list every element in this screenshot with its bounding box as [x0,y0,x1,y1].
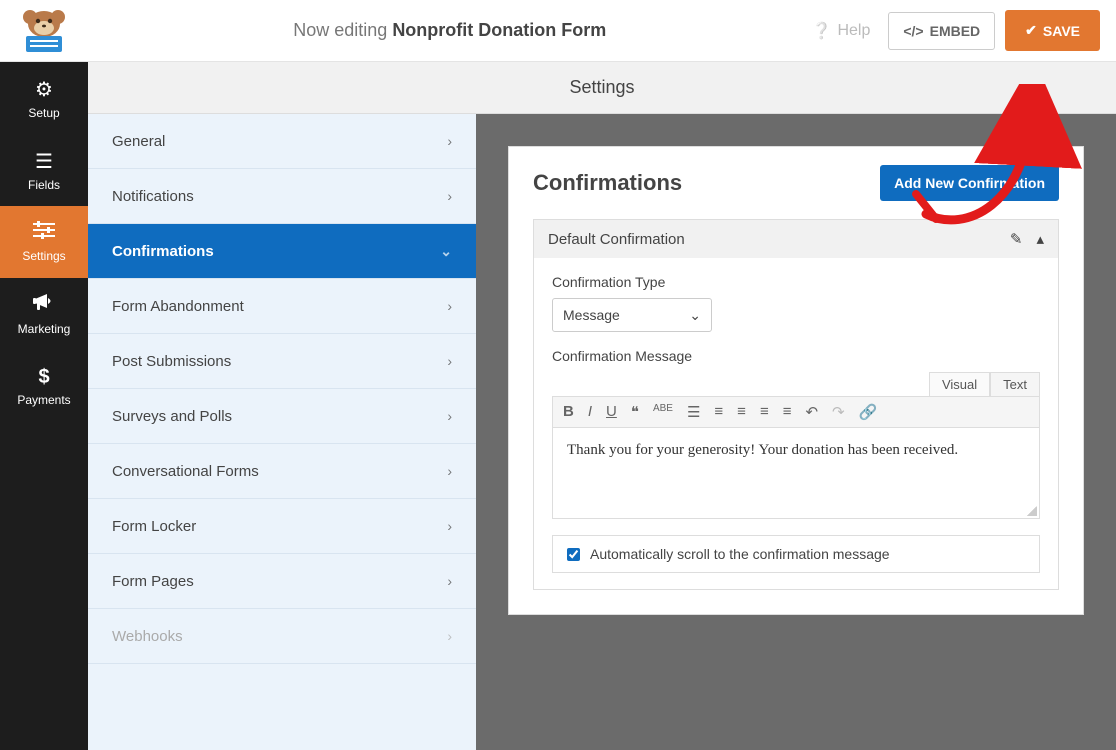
undo-icon[interactable]: ↶ [805,403,818,421]
chevron-right-icon: › [447,133,452,149]
app-logo[interactable] [0,0,88,62]
submenu-post-submissions[interactable]: Post Submissions› [88,334,476,389]
gear-icon: ⚙ [35,77,53,102]
help-label: Help [837,22,870,40]
add-confirmation-button[interactable]: Add New Confirmation [880,165,1059,201]
align-center-icon[interactable]: ≡ [760,403,769,421]
nav-marketing[interactable]: Marketing [0,278,88,350]
page-title: Now editing Nonprofit Donation Form [88,20,812,41]
embed-button[interactable]: </> EMBED [888,12,995,50]
strike-icon[interactable]: ABE [653,403,673,421]
chevron-right-icon: › [447,463,452,479]
bullet-list-icon[interactable]: ☰ [687,403,700,421]
help-icon: ❔ [812,21,832,41]
submenu-surveys[interactable]: Surveys and Polls› [88,389,476,444]
nav-label: Setup [28,106,59,120]
auto-scroll-label: Automatically scroll to the confirmation… [590,546,890,562]
confirmation-message-label: Confirmation Message [552,348,1040,364]
nav-label: Marketing [18,322,71,336]
underline-icon[interactable]: U [606,403,617,421]
chevron-down-icon: ⌄ [689,307,701,324]
dollar-icon: $ [38,366,49,389]
submenu-webhooks[interactable]: Webhooks› [88,609,476,664]
select-value: Message [563,307,620,323]
nav-label: Fields [28,178,60,192]
chevron-right-icon: › [447,518,452,534]
submenu-conversational[interactable]: Conversational Forms› [88,444,476,499]
nav-label: Payments [17,393,70,407]
editor-tab-visual[interactable]: Visual [929,372,990,396]
chevron-right-icon: › [447,628,452,644]
bullhorn-icon [33,292,55,318]
align-right-icon[interactable]: ≡ [783,403,792,421]
editor-toolbar: B I U ❝ ABE ☰ ≡ ≡ ≡ [553,397,1039,428]
submenu-form-locker[interactable]: Form Locker› [88,499,476,554]
chevron-right-icon: › [447,298,452,314]
quote-icon[interactable]: ❝ [631,403,639,421]
nav-settings[interactable]: Settings [0,206,88,278]
nav-setup[interactable]: ⚙ Setup [0,62,88,134]
submenu-confirmations[interactable]: Confirmations⌄ [88,224,476,279]
submenu-general[interactable]: General› [88,114,476,169]
align-left-icon[interactable]: ≡ [737,403,746,421]
check-icon: ✔ [1025,22,1037,39]
auto-scroll-checkbox[interactable] [567,548,580,561]
confirmation-message-editor[interactable]: Thank you for your generosity! Your dona… [553,428,1039,518]
chevron-down-icon: ⌄ [440,243,452,260]
editor-tab-text[interactable]: Text [990,372,1040,396]
save-label: SAVE [1043,23,1080,39]
confirmation-title: Default Confirmation [548,231,685,248]
collapse-icon[interactable]: ▴ [1036,230,1044,248]
embed-label: EMBED [930,23,981,39]
submenu-form-abandonment[interactable]: Form Abandonment› [88,279,476,334]
nav-fields[interactable]: ☰ Fields [0,134,88,206]
submenu-form-pages[interactable]: Form Pages› [88,554,476,609]
nav-label: Settings [22,249,65,263]
settings-submenu: General› Notifications› Confirmations⌄ F… [88,114,476,750]
confirmation-type-select[interactable]: Message ⌄ [552,298,712,332]
nav-payments[interactable]: $ Payments [0,350,88,422]
help-link[interactable]: ❔ Help [812,21,871,41]
chevron-right-icon: › [447,408,452,424]
confirmation-type-label: Confirmation Type [552,274,1040,290]
chevron-right-icon: › [447,573,452,589]
link-icon[interactable]: 🔗 [859,403,878,421]
primary-nav: ⚙ Setup ☰ Fields Settings Marketing $ Pa… [0,62,88,750]
redo-icon[interactable]: ↷ [832,403,845,421]
chevron-right-icon: › [447,188,452,204]
chevron-right-icon: › [447,353,452,369]
list-icon: ☰ [35,149,53,174]
submenu-notifications[interactable]: Notifications› [88,169,476,224]
sliders-icon [33,221,55,245]
code-icon: </> [903,23,923,39]
confirmations-panel: Confirmations Add New Confirmation Defau… [508,146,1084,615]
confirmations-heading: Confirmations [533,170,682,196]
save-button[interactable]: ✔ SAVE [1005,10,1100,51]
section-title: Settings [88,62,1116,114]
italic-icon[interactable]: I [588,403,592,421]
numbered-list-icon[interactable]: ≡ [714,403,723,421]
bold-icon[interactable]: B [563,403,574,421]
auto-scroll-option[interactable]: Automatically scroll to the confirmation… [552,535,1040,573]
edit-icon[interactable]: ✎ [1010,230,1023,248]
